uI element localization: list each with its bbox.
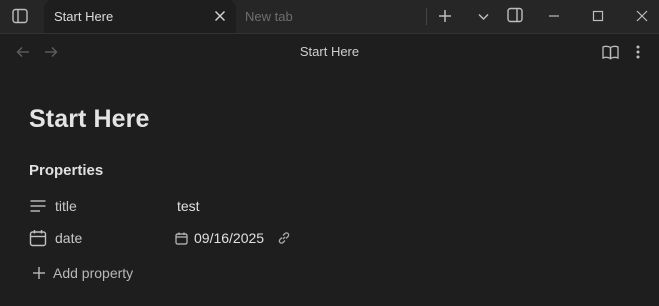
new-tab-icon[interactable] [436,7,454,25]
close-window-icon[interactable] [633,7,651,25]
more-options-icon[interactable] [629,42,647,62]
property-name[interactable]: title [55,198,77,214]
plus-icon [32,266,46,280]
calendar-small-icon[interactable] [175,232,188,245]
view-title[interactable]: Start Here [0,44,659,59]
chevron-down-icon[interactable] [474,7,492,25]
calendar-icon [29,229,47,247]
note-content: Start Here Properties title test date 09… [0,70,659,306]
close-tab-icon[interactable] [212,8,228,24]
window-titlebar: Start Here New tab [0,0,659,34]
property-row-date[interactable]: date 09/16/2025 [29,227,629,249]
tab-label: New tab [245,9,293,24]
property-value[interactable]: test [177,198,200,214]
sidebar-toggle-icon[interactable] [10,6,30,26]
add-property-label: Add property [53,265,134,281]
properties-heading[interactable]: Properties [29,162,103,179]
link-icon[interactable] [277,231,291,245]
reading-view-book-icon[interactable] [600,42,620,62]
minimize-icon[interactable] [545,7,563,25]
tab-divider [426,8,427,25]
view-header: Start Here [0,34,659,70]
page-title[interactable]: Start Here [29,105,150,134]
tab-start-here[interactable]: Start Here [44,0,236,33]
lines-icon [29,197,47,215]
property-row-title[interactable]: title test [29,195,629,217]
date-value[interactable]: 09/16/2025 [194,230,264,246]
add-property-button[interactable]: Add property [32,265,133,281]
maximize-icon[interactable] [589,7,607,25]
tab-new-tab[interactable]: New tab [236,0,426,33]
date-input[interactable]: 09/16/2025 [175,228,291,248]
right-sidebar-toggle-icon[interactable] [505,5,525,25]
tab-label: Start Here [54,9,114,24]
property-name[interactable]: date [55,230,82,246]
